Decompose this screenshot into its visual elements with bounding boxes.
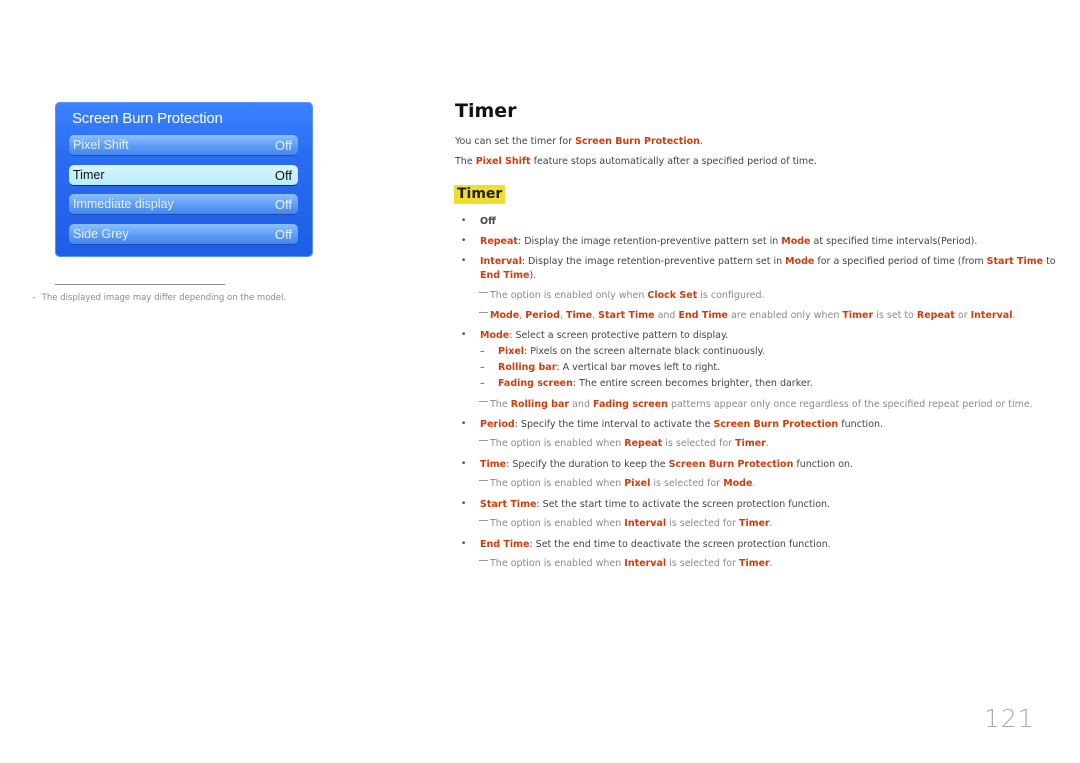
note-period: The option is enabled when Repeat is sel… (479, 438, 769, 449)
option-repeat: Repeat: Display the image retention-prev… (480, 236, 978, 247)
note-start-time: The option is enabled when Interval is s… (479, 518, 773, 529)
option-start-time: Start Time: Set the start time to activa… (480, 499, 831, 510)
option-off: Off (480, 216, 496, 227)
note-icon (479, 560, 488, 561)
page-number: 121 (984, 704, 1035, 733)
intro-paragraph-1: You can set the timer for Screen Burn Pr… (455, 136, 703, 147)
dash-icon: – (480, 378, 485, 389)
note-icon (479, 440, 488, 441)
option-mode: Mode: Select a screen protective pattern… (480, 330, 729, 341)
note-clock-set: The option is enabled only when Clock Se… (479, 290, 765, 301)
bullet-icon: • (461, 216, 467, 226)
note-icon (479, 480, 488, 481)
mode-pixel: Pixel: Pixels on the screen alternate bl… (498, 346, 765, 357)
intro-paragraph-2: The Pixel Shift feature stops automatica… (455, 156, 818, 167)
bullet-icon: • (461, 236, 467, 246)
section-title: Timer (455, 100, 517, 122)
screen-burn-protection-menu: Screen Burn Protection Pixel Shift Off T… (55, 102, 313, 257)
menu-item-label: Immediate display (73, 197, 174, 211)
option-interval: Interval: Display the image retention-pr… (480, 256, 1056, 267)
subheading-timer: Timer (454, 185, 506, 204)
bullet-icon: • (461, 499, 467, 509)
footnote-dash: – (32, 293, 37, 303)
menu-item-side-grey[interactable]: Side Grey Off (69, 224, 298, 245)
bullet-icon: • (461, 459, 467, 469)
menu-item-value: Off (274, 196, 292, 212)
mode-fading-screen: Fading screen: The entire screen becomes… (498, 378, 813, 389)
note-end-time: The option is enabled when Interval is s… (479, 558, 773, 569)
note-patterns: The Rolling bar and Fading screen patter… (479, 399, 1033, 410)
note-icon (479, 312, 488, 313)
note-icon (479, 401, 488, 402)
note-icon (479, 292, 488, 293)
option-interval-cont: End Time). (480, 270, 537, 281)
menu-title: Screen Burn Protection (72, 110, 223, 127)
menu-item-immediate-display[interactable]: Immediate display Off (69, 194, 298, 215)
menu-item-label: Timer (73, 168, 105, 182)
menu-item-timer[interactable]: Timer Off (69, 165, 298, 186)
menu-item-label: Side Grey (73, 227, 129, 241)
option-end-time: End Time: Set the end time to deactivate… (480, 539, 831, 550)
bullet-icon: • (461, 330, 467, 340)
dash-icon: – (480, 362, 485, 373)
note-time: The option is enabled when Pixel is sele… (479, 478, 755, 489)
footnote: – The displayed image may differ dependi… (32, 293, 286, 303)
menu-item-label: Pixel Shift (73, 138, 129, 152)
footnote-divider (55, 284, 225, 285)
mode-rolling-bar: Rolling bar: A vertical bar moves left t… (498, 362, 721, 373)
option-period: Period: Specify the time interval to act… (480, 419, 884, 430)
note-enabled-options: Mode, Period, Time, Start Time and End T… (479, 310, 1015, 321)
bullet-icon: • (461, 419, 467, 429)
menu-item-value: Off (274, 137, 292, 153)
menu-item-value: Off (274, 226, 292, 242)
menu-item-value: Off (274, 167, 292, 183)
option-time: Time: Specify the duration to keep the S… (480, 459, 854, 470)
footnote-text: The displayed image may differ depending… (41, 293, 287, 303)
bullet-icon: • (461, 539, 467, 549)
bullet-icon: • (461, 256, 467, 266)
note-icon (479, 520, 488, 521)
dash-icon: – (480, 346, 485, 357)
menu-item-pixel-shift[interactable]: Pixel Shift Off (69, 135, 298, 156)
